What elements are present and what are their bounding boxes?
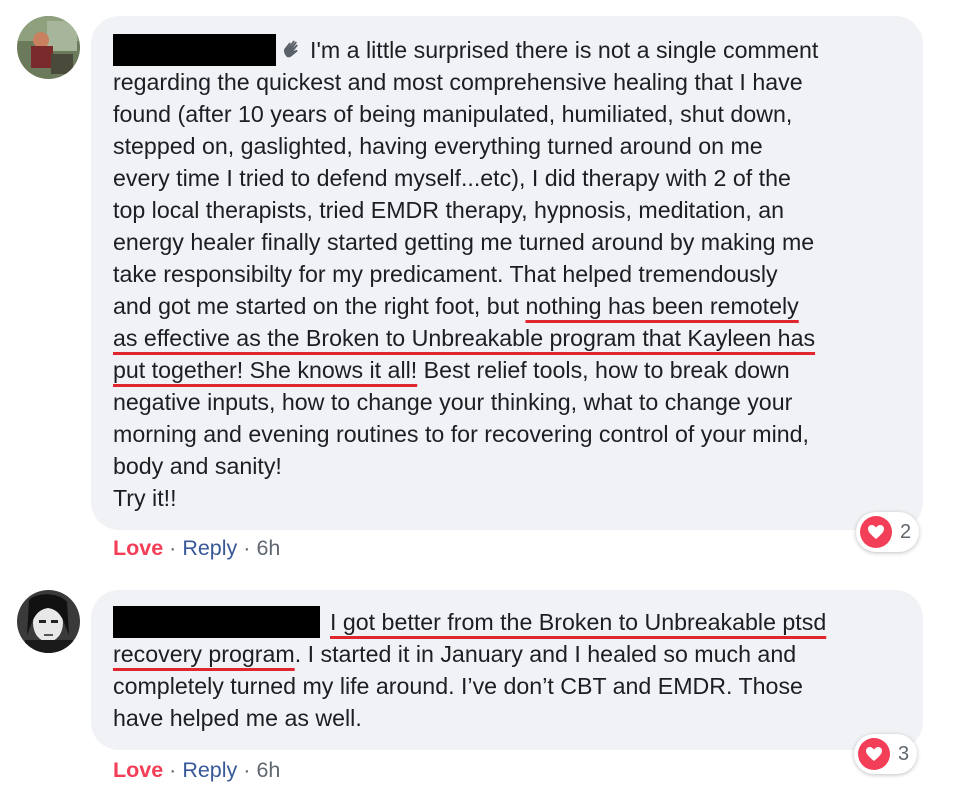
avatar-image: [17, 590, 80, 653]
comment-line: morning and evening routines to for reco…: [113, 421, 809, 447]
comment-line: negative inputs, how to change your thin…: [113, 389, 793, 415]
separator: ·: [243, 758, 251, 782]
reaction-count: 3: [898, 742, 910, 765]
comment-line: and got me started on the right foot, bu…: [113, 293, 526, 319]
avatar-image: [17, 16, 80, 79]
comment-line: regarding the quickest and most comprehe…: [113, 69, 803, 95]
love-link[interactable]: Love: [113, 536, 163, 560]
comment-line: top local therapists, tried EMDR therapy…: [113, 197, 785, 223]
redacted-author-name: [113, 606, 320, 638]
avatar[interactable]: [17, 590, 80, 653]
reply-link[interactable]: Reply: [182, 536, 237, 560]
underlined-text: as effective as the Broken to Unbreakabl…: [113, 325, 816, 351]
underlined-text: put together! She knows it all!: [113, 357, 418, 383]
comment-line: body and sanity!: [113, 453, 282, 479]
comment-text: I got better from the Broken to Unbreaka…: [113, 606, 913, 734]
avatar[interactable]: [17, 16, 80, 79]
comment-line: . I started it in January and I healed s…: [294, 641, 797, 667]
redacted-author-name: [113, 34, 276, 66]
separator: ·: [169, 536, 177, 560]
reaction-count: 2: [900, 520, 912, 543]
comment-line: energy healer finally started getting me…: [113, 229, 815, 255]
love-link[interactable]: Love: [113, 758, 163, 782]
comment-line: completely turned my life around. I’ve d…: [113, 673, 803, 699]
comment-line: Try it!!: [113, 485, 177, 511]
comment-line: I'm a little surprised there is not a si…: [310, 37, 819, 63]
reaction-count-badge[interactable]: 3: [854, 734, 918, 774]
comment-actions: Love · Reply · 6h: [113, 534, 280, 562]
timestamp[interactable]: 6h: [256, 758, 280, 782]
reaction-count-badge[interactable]: 2: [856, 512, 920, 552]
comment-text: I'm a little surprised there is not a si…: [113, 34, 913, 514]
heart-icon: [860, 516, 892, 548]
underlined-text: I got better from the Broken to Unbreaka…: [330, 609, 827, 635]
comment-actions: Love · Reply · 6h: [113, 756, 280, 784]
separator: ·: [243, 536, 251, 560]
comment-line: found (after 10 years of being manipulat…: [113, 101, 793, 127]
underlined-text: recovery program: [113, 641, 295, 667]
comment-line: have helped me as well.: [113, 705, 362, 731]
comment-line: every time I tried to defend myself...et…: [113, 165, 791, 191]
comment-line: stepped on, gaslighted, having everythin…: [113, 133, 763, 159]
waving-hand-icon: [280, 37, 304, 61]
reply-link[interactable]: Reply: [182, 758, 237, 782]
underlined-text: nothing has been remotely: [525, 293, 799, 319]
heart-icon: [858, 738, 890, 770]
comment-line: take responsibilty for my predicament. T…: [113, 261, 778, 287]
separator: ·: [169, 758, 177, 782]
timestamp[interactable]: 6h: [256, 536, 280, 560]
comment-line: Best relief tools, how to break down: [417, 357, 790, 383]
